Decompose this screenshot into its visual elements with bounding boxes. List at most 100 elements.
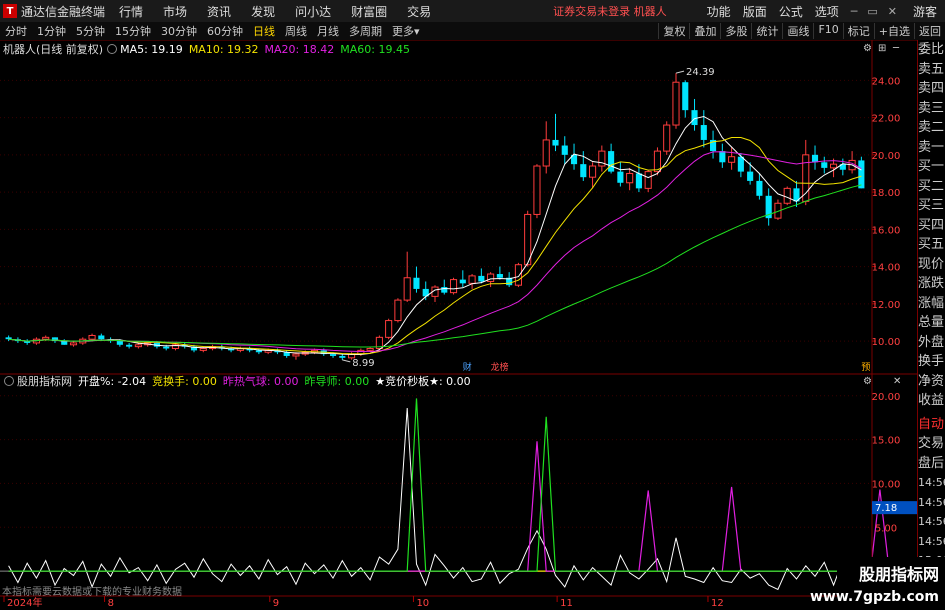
menu-wealth[interactable]: 财富圈 <box>351 3 387 20</box>
tab-period-timeshare[interactable]: 分时 <box>5 23 27 39</box>
ma5-line <box>8 115 862 355</box>
stats-button[interactable]: 统计 <box>751 23 782 39</box>
trade-field-4[interactable]: 14:56 <box>918 493 945 513</box>
trade-field-5[interactable]: 14:56 <box>918 512 945 532</box>
candle-body-81 <box>756 180 763 196</box>
candle-body-92 <box>858 160 865 189</box>
candle-body-62 <box>580 164 587 178</box>
quote-field-15[interactable]: 外盘 <box>918 333 945 353</box>
quote-field-1[interactable]: 卖五 <box>918 60 945 80</box>
quote-field-7[interactable]: 买二 <box>918 177 945 197</box>
mark-yu: 预 <box>861 362 870 373</box>
tab-period-multi[interactable]: 多周期 <box>349 23 382 39</box>
ind-tick-label-1: 10.00 <box>872 479 901 490</box>
multi-stock-button[interactable]: 多股 <box>720 23 751 39</box>
f10-button[interactable]: F10 <box>813 23 842 39</box>
tab-period-weekly[interactable]: 周线 <box>285 23 307 39</box>
tab-period-60min[interactable]: 60分钟 <box>207 23 243 39</box>
candle-body-65 <box>608 151 615 172</box>
tab-period-1min[interactable]: 1分钟 <box>37 23 66 39</box>
quote-field-18[interactable]: 收益 <box>918 391 945 411</box>
quote-field-6[interactable]: 买一 <box>918 157 945 177</box>
quote-field-13[interactable]: 涨幅 <box>918 294 945 314</box>
ind-series-3 <box>8 398 880 572</box>
minimize-icon[interactable]: ─ <box>851 5 858 18</box>
menu-discover[interactable]: 发现 <box>251 3 275 20</box>
menu-quotes[interactable]: 行情 <box>119 3 143 20</box>
trade-field-6[interactable]: 14:56 <box>918 532 945 552</box>
overlay-button[interactable]: 叠加 <box>689 23 720 39</box>
candle-body-84 <box>783 187 791 204</box>
candle-body-50 <box>468 275 476 284</box>
quote-field-14[interactable]: 总量 <box>918 313 945 333</box>
candle-body-77 <box>719 151 726 163</box>
tab-period-monthly[interactable]: 月线 <box>317 23 339 39</box>
restore-icon[interactable]: ▭ <box>867 5 877 18</box>
candle-body-6 <box>61 341 68 345</box>
candle-body-75 <box>700 125 707 140</box>
menu-news[interactable]: 资讯 <box>207 3 231 20</box>
menu-formula[interactable]: 公式 <box>779 3 803 20</box>
quote-field-17[interactable]: 净资 <box>918 372 945 392</box>
candle-body-59 <box>552 139 559 146</box>
quote-field-8[interactable]: 买三 <box>918 196 945 216</box>
quote-field-0[interactable]: 委比 <box>918 40 945 60</box>
chart-area[interactable]: 24.39 8.99 财 龙榜 预 10.00 12.00 14.00 16.00 18.00 2… <box>0 40 917 609</box>
date-label-5: 12 <box>711 598 724 609</box>
candle-body-14 <box>134 344 142 348</box>
quote-field-12[interactable]: 涨跌 <box>918 274 945 294</box>
candle-body-36 <box>339 355 346 358</box>
quote-field-10[interactable]: 买五 <box>918 235 945 255</box>
quote-field-11[interactable]: 现价 <box>918 255 945 275</box>
chevron-down-icon: ▾ <box>414 25 420 38</box>
ind-series-0 <box>8 407 881 591</box>
trade-field-3[interactable]: 14:56 <box>918 473 945 493</box>
menu-function[interactable]: 功能 <box>707 3 731 20</box>
trade-field-1[interactable]: 交易 <box>918 434 945 454</box>
mark-button[interactable]: 标记 <box>842 23 874 39</box>
tab-period-more[interactable]: 更多▾ <box>392 23 420 39</box>
ind-tick-label-0: 5.00 <box>875 523 897 534</box>
quote-field-9[interactable]: 买四 <box>918 216 945 236</box>
trade-field-2[interactable]: 盘后 <box>918 454 945 474</box>
mark-cai: 财 <box>463 361 472 373</box>
low-marker <box>342 359 351 363</box>
tab-period-daily[interactable]: 日线 <box>253 23 275 39</box>
candle-body-43 <box>403 277 411 301</box>
quote-field-5[interactable]: 卖一 <box>918 138 945 158</box>
adjust-button[interactable]: 复权 <box>658 23 689 39</box>
quote-field-4[interactable]: 卖二 <box>918 118 945 138</box>
candle-body-80 <box>747 171 754 181</box>
menu-trade[interactable]: 交易 <box>407 3 431 20</box>
menu-layout[interactable]: 版面 <box>743 3 767 20</box>
login-notice[interactable]: 证券交易未登录 机器人 <box>553 3 667 19</box>
price-tick-label-0: 10.00 <box>872 337 901 348</box>
quote-field-2[interactable]: 卖四 <box>918 79 945 99</box>
quote-field-16[interactable]: 换手 <box>918 352 945 372</box>
tab-period-15min[interactable]: 15分钟 <box>115 23 151 39</box>
data-note: 本指标需要云数据或下载的专业财务数据 <box>2 587 182 598</box>
guest-label[interactable]: 游客 <box>913 3 937 20</box>
candle-body-72 <box>672 81 680 126</box>
app-title: 通达信金融终端 <box>21 4 106 19</box>
add-watchlist-button[interactable]: +自选 <box>873 23 914 39</box>
tab-period-30min[interactable]: 30分钟 <box>161 23 197 39</box>
trade-field-0[interactable]: 自动 <box>918 415 945 435</box>
more-label: 更多 <box>392 25 414 38</box>
draw-line-button[interactable]: 画线 <box>782 23 813 39</box>
candle-body-41 <box>385 320 393 338</box>
menu-market[interactable]: 市场 <box>163 3 187 20</box>
tab-period-5min[interactable]: 5分钟 <box>76 23 105 39</box>
candle-body-53 <box>496 274 503 278</box>
menu-options[interactable]: 选项 <box>815 3 839 20</box>
right-quote-panel: 委比 卖五 卖四 卖三 卖二 卖一 买一 买二 买三 买四 买五 现价 涨跌 涨幅 总量 外盘 换手 净资 收益自动… <box>917 40 945 609</box>
candle-body-48 <box>449 279 458 294</box>
quote-field-3[interactable]: 卖三 <box>918 99 945 119</box>
candle-body-10 <box>98 335 105 340</box>
low-label: 8.99 <box>352 358 374 369</box>
back-button[interactable]: 返回 <box>914 23 945 39</box>
price-tick-label-3: 16.00 <box>872 225 901 236</box>
menu-ask[interactable]: 问小达 <box>295 3 331 20</box>
close-icon[interactable]: ✕ <box>888 5 897 18</box>
price-tick-label-5: 20.00 <box>872 151 901 162</box>
